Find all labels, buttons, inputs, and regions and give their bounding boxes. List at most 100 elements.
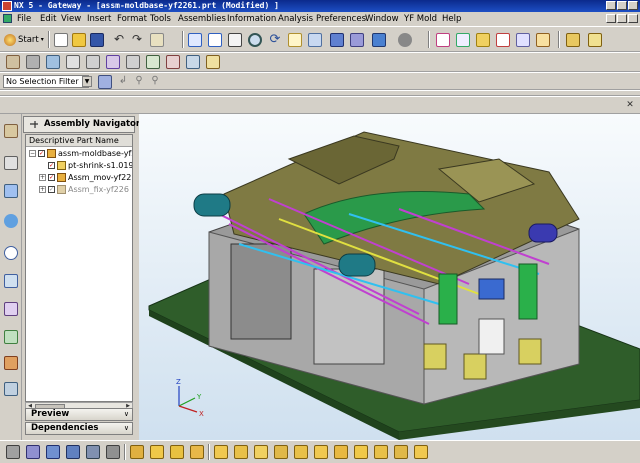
assembly-navigator-tab-icon[interactable] (4, 124, 18, 138)
undo-icon[interactable]: ↶ (112, 33, 126, 47)
render-style-icon[interactable] (398, 33, 412, 47)
touch-align-icon[interactable] (234, 445, 248, 459)
sequence-icon[interactable] (146, 55, 160, 69)
layer-icon[interactable] (330, 33, 344, 47)
menu-window[interactable]: Window (365, 13, 399, 25)
paste-icon[interactable] (150, 33, 164, 47)
tree-row-root[interactable]: − ✓ assm-moldbase-yf2 (26, 148, 132, 159)
checkbox-icon[interactable]: ✓ (48, 162, 55, 169)
rotate-icon[interactable]: ⟳ (268, 33, 282, 47)
component-icon[interactable] (66, 445, 80, 459)
web-browser-tab-icon[interactable] (4, 274, 18, 288)
datum-icon[interactable] (496, 33, 510, 47)
grid-icon[interactable] (66, 55, 80, 69)
parallel-icon[interactable] (314, 445, 328, 459)
quick-pick-icon[interactable]: ⚲ (132, 75, 146, 89)
distance-icon[interactable] (274, 445, 288, 459)
menu-edit[interactable]: Edit (40, 13, 56, 25)
constraint-icon[interactable] (214, 445, 228, 459)
tree-row-child[interactable]: + ✓ Assm_mov-yf22 (26, 172, 132, 183)
collapse-icon[interactable]: − (29, 150, 36, 157)
snap-icon[interactable]: ↲ (116, 75, 130, 89)
dependencies-panel[interactable]: Dependencies ∨ (25, 422, 133, 435)
menu-assemblies[interactable]: Assemblies (178, 13, 226, 25)
menu-help[interactable]: Help (442, 13, 461, 25)
tree-icon[interactable] (86, 55, 100, 69)
snap-point-icon[interactable] (456, 33, 470, 47)
roles-tab-icon[interactable] (4, 356, 18, 370)
menu-file[interactable]: File (17, 13, 31, 25)
start-button[interactable]: Start ▾ (4, 32, 44, 47)
constraint-navigator-tab-icon[interactable] (4, 156, 18, 170)
zoom-icon[interactable] (228, 33, 242, 47)
magnify-icon[interactable] (248, 33, 262, 47)
open-folder-icon[interactable] (72, 33, 86, 47)
orient-view-icon[interactable] (308, 33, 322, 47)
analysis-icon[interactable] (536, 33, 550, 47)
move-icon[interactable] (130, 445, 144, 459)
chevron-down-icon[interactable]: ▼ (82, 76, 92, 87)
doc-close-button[interactable] (628, 14, 638, 23)
add-component-icon[interactable] (46, 55, 60, 69)
doc-restore-button[interactable] (617, 14, 627, 23)
maximize-button[interactable] (617, 1, 627, 10)
display-icon[interactable] (86, 445, 100, 459)
selection-scope-icon[interactable] (98, 75, 112, 89)
menu-information[interactable]: Information (227, 13, 276, 25)
center-icon[interactable] (394, 445, 408, 459)
menu-tools[interactable]: Tools (150, 13, 171, 25)
align-icon[interactable] (170, 445, 184, 459)
fit-icon[interactable] (354, 445, 368, 459)
document-icon[interactable] (3, 14, 12, 23)
checkbox-icon[interactable]: ✓ (38, 150, 45, 157)
angle-icon[interactable] (414, 445, 428, 459)
pan-icon[interactable] (288, 33, 302, 47)
save-icon[interactable] (90, 33, 104, 47)
part-icon[interactable] (6, 445, 20, 459)
fit-view-icon[interactable] (188, 33, 202, 47)
redo-icon[interactable]: ↷ (130, 33, 144, 47)
menu-analysis[interactable]: Analysis (278, 13, 313, 25)
new-file-icon[interactable] (54, 33, 68, 47)
hide-icon[interactable] (106, 445, 120, 459)
palette-tab-icon[interactable] (4, 302, 18, 316)
menu-view[interactable]: View (61, 13, 81, 25)
system-scenes-tab-icon[interactable] (4, 382, 18, 396)
component-list-icon[interactable] (26, 55, 40, 69)
menu-yf-mold[interactable]: YF Mold (404, 13, 437, 25)
minimize-button[interactable] (606, 1, 616, 10)
assembly-icon[interactable] (26, 445, 40, 459)
navigator-tree[interactable]: Descriptive Part Name − ✓ assm-moldbase-… (25, 134, 133, 402)
graphics-window[interactable]: Z Y X (139, 114, 640, 440)
close-button[interactable] (628, 1, 638, 10)
zoom-window-icon[interactable] (208, 33, 222, 47)
lasso-icon[interactable]: ⚲ (148, 75, 162, 89)
copy-icon[interactable] (46, 445, 60, 459)
wave-icon[interactable] (186, 55, 200, 69)
selection-filter-dropdown[interactable]: No Selection Filter (3, 75, 89, 88)
system-materials-tab-icon[interactable] (4, 330, 18, 344)
triangle-tool-icon[interactable] (588, 33, 602, 47)
assembly-icon[interactable] (350, 33, 364, 47)
reuse-library-tab-icon[interactable] (4, 214, 18, 228)
fix-icon[interactable] (294, 445, 308, 459)
history-tab-icon[interactable] (4, 246, 18, 260)
checkbox-icon[interactable]: ✓ (48, 186, 55, 193)
tree-row-child[interactable]: ✓ pt-shrink-s1.019 (26, 160, 132, 171)
expand-icon[interactable]: + (39, 186, 46, 193)
doc-minimize-button[interactable] (606, 14, 616, 23)
constraint-icon[interactable] (166, 55, 180, 69)
part-navigator-tab-icon[interactable] (4, 184, 18, 198)
components-icon[interactable] (6, 55, 20, 69)
close-icon[interactable]: ✕ (624, 99, 636, 111)
mate-icon[interactable] (150, 445, 164, 459)
expand-icon[interactable]: + (39, 174, 46, 181)
preview-panel[interactable]: Preview ∨ (25, 408, 133, 421)
wcs-icon[interactable] (436, 33, 450, 47)
tree-row-child[interactable]: + ✓ Assm_fix-yf226 (26, 184, 132, 195)
bond-icon[interactable] (374, 445, 388, 459)
shaded-cube-icon[interactable] (372, 33, 386, 47)
table-icon[interactable] (126, 55, 140, 69)
perpendicular-icon[interactable] (334, 445, 348, 459)
checkbox-icon[interactable]: ✓ (48, 174, 55, 181)
